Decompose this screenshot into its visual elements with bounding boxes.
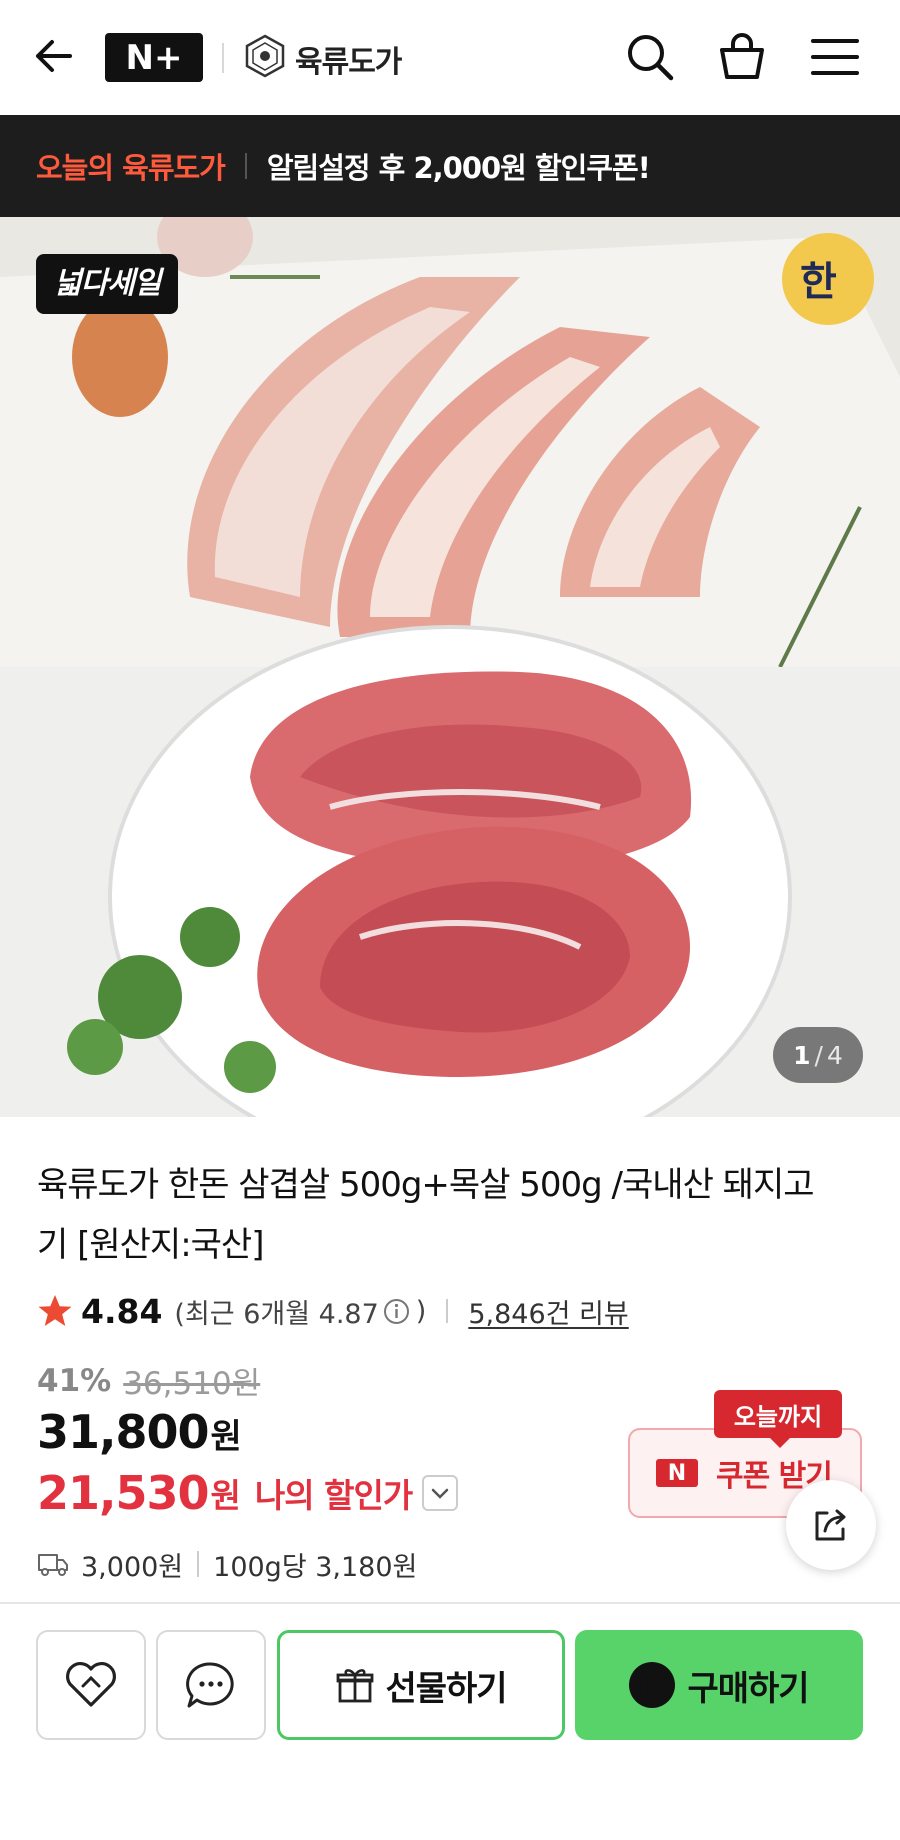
- original-price: 36,510원: [123, 1366, 261, 1402]
- discount-rate: 41%: [37, 1362, 112, 1399]
- recent-rating: (최근 6개월 4.87: [174, 1298, 379, 1330]
- rating-row: 4.84 (최근 6개월 4.87 ) 5,846건 리뷰: [37, 1287, 629, 1335]
- heart-icon: [66, 1662, 116, 1707]
- delivery-row: 3,000원 100g당 3,180원: [37, 1542, 417, 1586]
- bottom-action-bar: 선물하기 N 구매하기: [0, 1602, 900, 1840]
- truck-icon: [38, 1554, 68, 1576]
- my-discount-price-row[interactable]: 21,530 원 나의 할인가: [37, 1466, 459, 1520]
- buy-button[interactable]: N 구매하기: [575, 1630, 863, 1740]
- sale-badge: 넓다세일: [36, 254, 179, 314]
- my-discount-label: 나의 할인가: [254, 1476, 413, 1515]
- review-count-link[interactable]: 5,846건 리뷰: [468, 1292, 628, 1331]
- notification-coupon-banner[interactable]: 오늘의 육류도가 알림설정 후 2,000원 할인쿠폰!: [0, 115, 900, 217]
- pager-slash: /: [814, 1040, 823, 1070]
- banner-highlight: 오늘의 육류도가: [36, 151, 226, 185]
- app-header: N+ 육류도가: [0, 0, 900, 115]
- banner-text: 알림설정 후 2,000원 할인쿠폰!: [266, 151, 651, 185]
- naver-pay-n-icon: N: [629, 1662, 676, 1708]
- discount-row: 41% 36,510원: [37, 1358, 260, 1403]
- like-button[interactable]: [36, 1630, 146, 1740]
- buy-label: 구매하기: [687, 1668, 809, 1709]
- search-icon[interactable]: [623, 30, 677, 84]
- product-photo: 한: [0, 217, 900, 1117]
- rating-score: 4.84: [81, 1291, 163, 1331]
- recent-rating-close: ): [415, 1295, 427, 1327]
- hamburger-menu-icon[interactable]: [808, 30, 862, 84]
- nplus-store-badge[interactable]: N+: [105, 33, 203, 82]
- nplus-badge-text: N+: [125, 37, 183, 78]
- gift-icon: [337, 1669, 374, 1703]
- info-icon[interactable]: [383, 1298, 410, 1325]
- svg-text:한: 한: [800, 258, 837, 305]
- sale-price-unit: 원: [210, 1417, 242, 1457]
- brand-logo-icon[interactable]: [243, 34, 287, 78]
- chat-bubble-icon: [186, 1662, 234, 1708]
- my-discount-price-unit: 원: [210, 1476, 241, 1515]
- rating-divider: [446, 1299, 449, 1323]
- sale-price: 31,800: [37, 1405, 210, 1459]
- gift-label: 선물하기: [385, 1668, 507, 1709]
- naver-n-icon: N: [656, 1459, 698, 1487]
- shopping-bag-icon[interactable]: [715, 30, 769, 84]
- gift-button[interactable]: 선물하기: [277, 1630, 565, 1740]
- product-title: 육류도가 한돈 삼겹살 500g+목살 500g /국내산 돼지고기 [원산지:…: [37, 1165, 815, 1265]
- share-button[interactable]: [786, 1480, 876, 1570]
- product-image-carousel[interactable]: 한 넓다세일 1 / 4: [0, 217, 900, 1117]
- coupon-deadline-tag: 오늘까지: [714, 1390, 842, 1448]
- delivery-divider: [197, 1551, 200, 1577]
- pager-total: 4: [826, 1040, 843, 1070]
- chevron-down-icon[interactable]: [422, 1475, 459, 1511]
- unit-price: 100g당 3,180원: [213, 1551, 418, 1583]
- back-arrow-icon[interactable]: [30, 32, 78, 80]
- delivery-fee: 3,000원: [81, 1551, 184, 1583]
- pager-current: 1: [793, 1040, 811, 1070]
- banner-divider: [244, 153, 247, 179]
- brand-name[interactable]: 육류도가: [295, 37, 402, 81]
- talk-talk-button[interactable]: [156, 1630, 266, 1740]
- share-icon: [815, 1509, 846, 1541]
- sale-price-row: 31,800 원: [37, 1405, 242, 1459]
- my-discount-price: 21,530: [37, 1466, 210, 1520]
- star-icon: [38, 1295, 72, 1326]
- image-pager: 1 / 4: [773, 1027, 863, 1083]
- header-divider: [222, 43, 224, 73]
